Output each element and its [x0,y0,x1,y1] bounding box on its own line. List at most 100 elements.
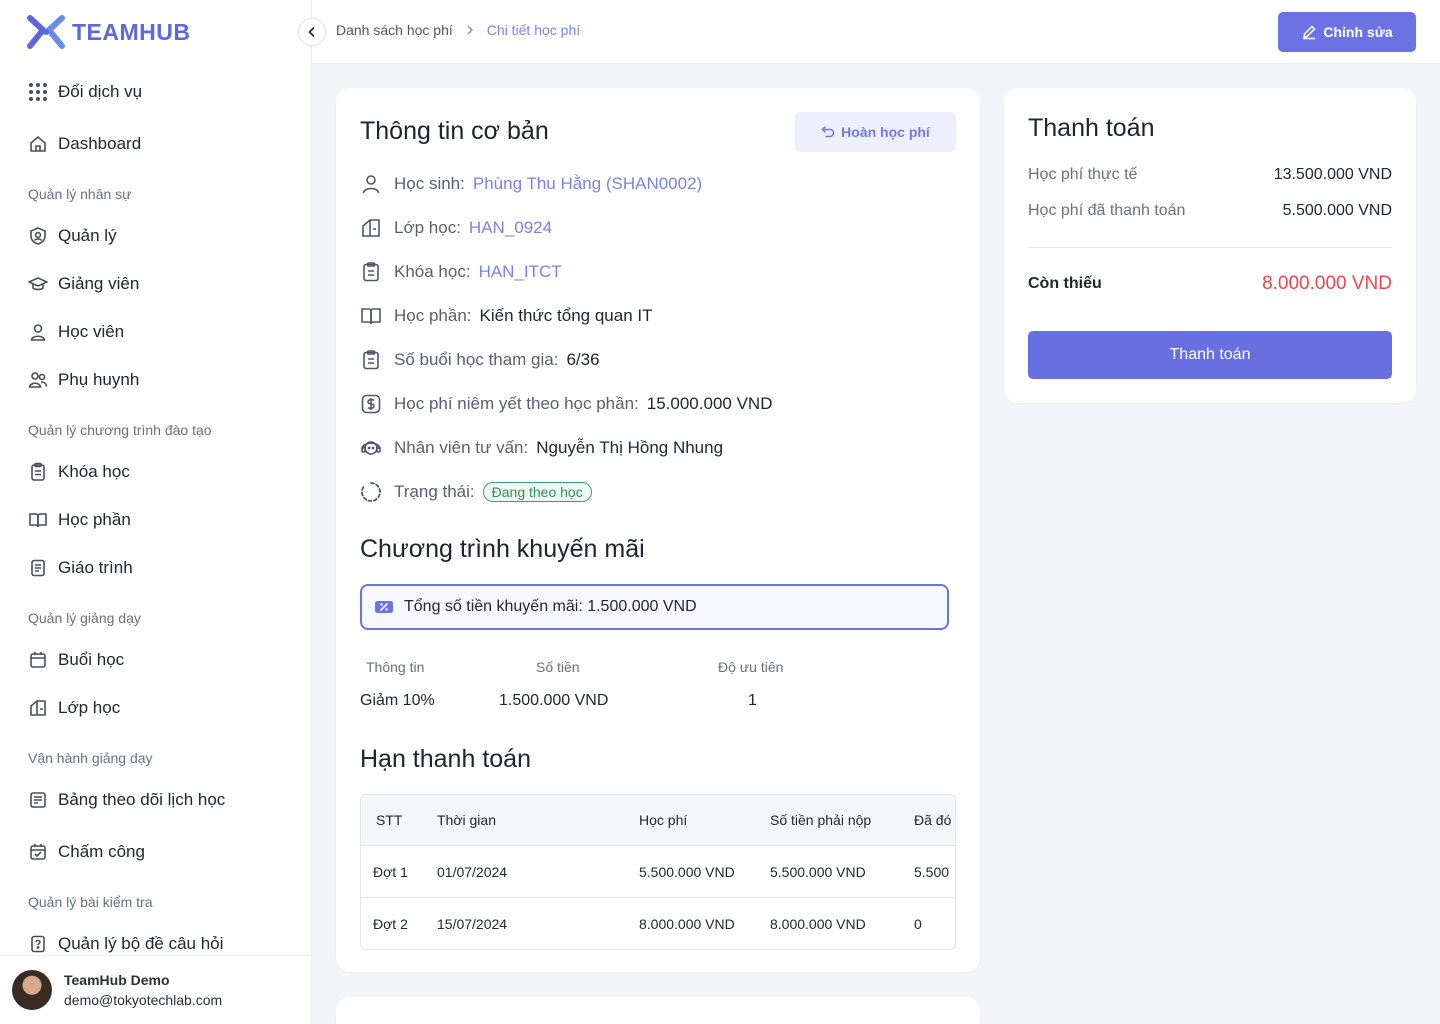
user-icon [28,322,48,342]
sidebar-section-title: Quản lý giảng dạy [28,610,141,626]
sidebar-item-question-banks[interactable]: Quản lý bộ đề câu hỏi [28,932,223,954]
user-icon [360,173,382,195]
refund-button-label: Hoàn học phí [841,124,930,140]
graduation-cap-icon [28,274,48,294]
listed-fee-value: 15.000.000 VND [646,394,773,413]
promotion-title: Chương trình khuyến mãi [360,535,645,563]
logo[interactable]: TEAMHUB [26,12,191,52]
sidebar-section-title: Quản lý nhân sự [28,186,132,202]
sidebar-item-label: Lớp học [58,698,121,717]
home-icon [28,134,48,154]
actual-fee-value: 13.500.000 VND [1273,166,1392,183]
info-course: Khóa học: HAN_ITCT [360,260,562,284]
sidebar-item-label: Học phần [58,510,131,529]
sidebar-item-parents[interactable]: Phụ huynh [28,368,139,392]
table-row: Đợt 1 01/07/2024 5.500.000 VND 5.500.000… [361,846,955,898]
book-open-icon [28,510,48,530]
top-header: Danh sách học phí Chi tiết học phí Chỉnh… [312,0,1440,64]
calendar-icon [28,650,48,670]
info-label: Học phí niêm yết theo học phần: [394,394,639,413]
sidebar-section-title: Vận hành giảng dạy [28,750,153,766]
clipboard-list-icon [360,349,382,371]
info-label: Học sinh: [394,174,465,193]
sidebar-item-courses[interactable]: Khóa học [28,460,130,484]
sidebar-item-dashboard[interactable]: Dashboard [28,132,141,156]
book-open-icon [360,305,382,327]
promotion-priority-cell: 1 [748,692,757,709]
user-name: TeamHub Demo [64,972,170,988]
paid-fee-label: Học phí đã thanh toán [1028,202,1186,219]
remaining-value: 8.000.000 VND [1262,273,1392,294]
sidebar-item-sessions[interactable]: Buổi học [28,648,124,672]
promotion-col-header: Thông tin [366,659,425,675]
deadline-title: Hạn thanh toán [360,745,531,773]
document-icon [28,558,48,578]
info-label: Khóa học: [394,262,471,281]
logo-text: TEAMHUB [72,18,191,45]
sidebar-item-modules[interactable]: Học phần [28,508,131,532]
sidebar-item-label: Khóa học [58,462,130,481]
sidebar-item-label: Học viên [58,322,125,341]
sidebar-item-label: Dashboard [58,134,142,153]
table-header-cell: Đã đó [914,812,952,828]
discount-ticket-icon [375,601,393,613]
sidebar-item-curriculum[interactable]: Giáo trình [28,556,133,580]
table-cell: 5.500.000 VND [639,863,735,880]
sidebar-item-classes[interactable]: Lớp học [28,696,120,720]
user-profile[interactable]: TeamHub Demo demo@tokyotechlab.com [0,955,311,1024]
sidebar-item-label: Bảng theo dõi lịch học [58,790,226,809]
collapse-sidebar-button[interactable] [298,18,326,46]
paid-fee-value: 5.500.000 VND [1282,202,1392,219]
sidebar-item-label: Buổi học [58,650,125,669]
promotion-col-header: Số tiền [536,659,580,675]
chevron-left-icon [308,27,315,37]
shield-user-icon [28,226,48,246]
class-link[interactable]: HAN_0924 [469,218,552,238]
info-label: Học phần: [394,306,472,325]
sidebar-item-label: Đổi dịch vụ [58,82,143,101]
info-class: Lớp học: HAN_0924 [360,216,552,240]
grid-icon [28,82,48,102]
table-cell: 8.000.000 VND [639,916,735,932]
headset-icon [360,437,382,459]
tuition-detail-card: Thông tin cơ bản Hoàn học phí Học sinh: … [336,88,980,972]
sidebar-item-attendance[interactable]: Chấm công [28,840,145,864]
refund-button[interactable]: Hoàn học phí [795,112,956,152]
divider [1028,247,1392,248]
course-link[interactable]: HAN_ITCT [479,262,562,282]
breadcrumb: Danh sách học phí Chi tiết học phí [336,22,580,38]
info-label: Trạng thái: [394,482,475,501]
sidebar-item-schedule-tracking[interactable]: Bảng theo dõi lịch học [28,788,225,812]
sidebar-item-switch-service[interactable]: Đổi dịch vụ [28,80,142,104]
remaining-row: Còn thiếu 8.000.000 VND [1028,273,1392,295]
edit-button[interactable]: Chỉnh sửa [1278,12,1416,52]
table-header-row: STT Thời gian Học phí Số tiền phải nộp Đ… [361,795,955,846]
classroom-icon [360,217,382,239]
breadcrumb-tuition-list[interactable]: Danh sách học phí [336,22,453,38]
promotion-amount-cell: 1.500.000 VND [499,692,609,709]
loading-circle-icon [360,481,382,503]
clipboard-icon [360,261,382,283]
table-header-cell: STT [376,812,403,828]
sidebar-item-label: Quản lý [58,226,117,245]
sidebar-item-label: Giảng viên [58,274,140,293]
info-consultant: Nhân viên tư vấn: Nguyễn Thị Hồng Nhung [360,436,723,460]
table-cell: 01/07/2024 [437,863,508,880]
info-label: Lớp học: [394,218,461,237]
table-header-cell: Số tiền phải nộp [770,812,872,828]
table-cell: 8.000.000 VND [770,916,866,932]
sidebar-item-teachers[interactable]: Giảng viên [28,272,139,296]
sidebar-item-managers[interactable]: Quản lý [28,224,117,248]
info-listed-fee: Học phí niêm yết theo học phần: 15.000.0… [360,392,772,416]
student-link[interactable]: Phùng Thu Hằng (SHAN0002) [473,174,702,194]
pay-button[interactable]: Thanh toán [1028,331,1392,379]
chevron-right-icon [467,25,473,35]
sidebar-item-students[interactable]: Học viên [28,320,124,344]
sessions-value: 6/36 [566,350,600,369]
breadcrumb-tuition-detail: Chi tiết học phí [486,22,581,38]
sidebar-item-label: Giáo trình [58,558,133,577]
paid-fee-row: Học phí đã thanh toán 5.500.000 VND [1028,202,1392,220]
info-status: Trạng thái: Đang theo học [360,480,592,504]
table-row: Đợt 2 15/07/2024 8.000.000 VND 8.000.000… [361,898,955,949]
question-doc-icon [28,934,48,954]
